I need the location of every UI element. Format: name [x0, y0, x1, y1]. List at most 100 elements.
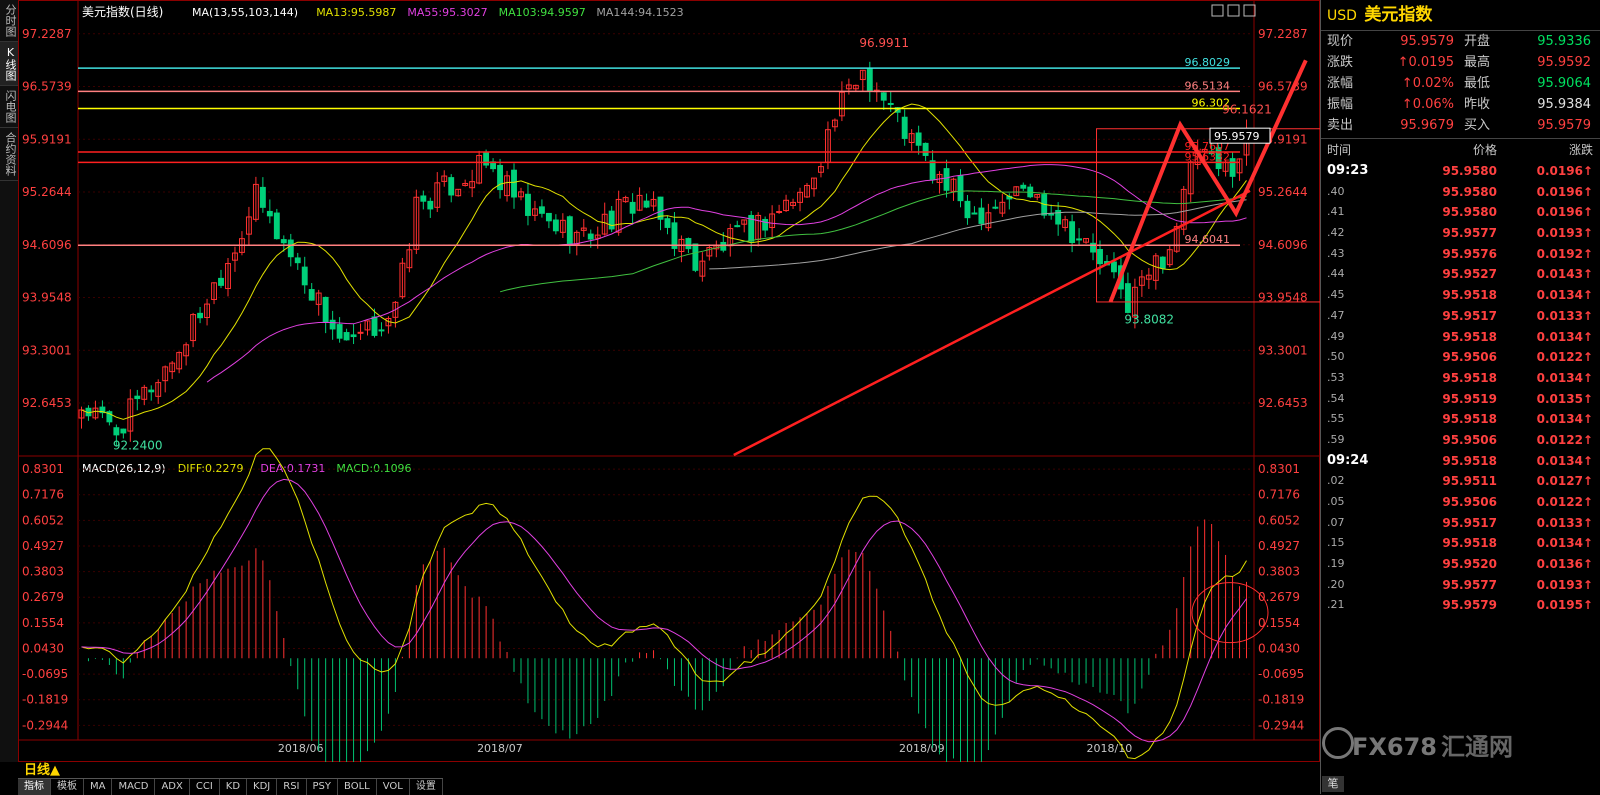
- tick-change: 0.0122↑: [1536, 432, 1593, 447]
- indicator-tab-adx[interactable]: ADX: [155, 779, 190, 795]
- chart-area[interactable]: 97.2287 97.228796.5739 96.573995.9191 95.91…: [18, 0, 1320, 762]
- period-label[interactable]: 日线▲: [18, 763, 60, 778]
- tick-row[interactable]: .15 95.9518 0.0134↑: [1321, 533, 1600, 554]
- tick-row[interactable]: .47 95.9517 0.0133↑: [1321, 306, 1600, 327]
- tick-change: 0.0134↑: [1536, 329, 1593, 344]
- tick-price: 95.9576: [1442, 246, 1497, 261]
- candle-body: [280, 239, 287, 244]
- indicator-tab-psy[interactable]: PSY: [307, 779, 339, 795]
- macd-tick-left: 0.6052: [22, 513, 64, 527]
- indicator-tab-vol[interactable]: VOL: [377, 779, 410, 795]
- macd-tick-right: 0.2679: [1258, 590, 1300, 604]
- left-tab-strip: 分时图 K线图 闪电图 合约资料: [0, 0, 19, 762]
- indicator-tab-kd[interactable]: KD: [220, 779, 248, 795]
- candle-body: [427, 200, 434, 210]
- tick-row[interactable]: .43 95.9576 0.0192↑: [1321, 244, 1600, 265]
- indicator-tab-指标[interactable]: 指标: [18, 779, 51, 795]
- indicator-tab-kdj[interactable]: KDJ: [247, 779, 278, 795]
- tick-change: 0.0196↑: [1536, 164, 1593, 178]
- candle-body: [1111, 261, 1117, 273]
- candle-body: [287, 239, 294, 258]
- tick-table[interactable]: 09:23 95.9580 0.0196↑ .40 95.9580 0.0196↑ .41 9…: [1321, 161, 1600, 616]
- tick-row[interactable]: .40 95.9580 0.0196↑: [1321, 182, 1600, 203]
- macd-tick-right: 0.3803: [1258, 565, 1300, 579]
- tick-time: .05: [1327, 495, 1345, 508]
- quote-title: USD 美元指数: [1321, 0, 1600, 31]
- tick-change: 0.0122↑: [1536, 350, 1593, 365]
- candles: [78, 61, 1250, 447]
- restore-icon: [1227, 4, 1240, 17]
- tick-row[interactable]: .53 95.9518 0.0134↑: [1321, 368, 1600, 389]
- tick-time: .54: [1327, 391, 1345, 405]
- tick-price: 95.9580: [1442, 184, 1497, 199]
- tick-change: 0.0122↑: [1536, 495, 1593, 509]
- tick-row[interactable]: .45 95.9518 0.0134↑: [1321, 285, 1600, 306]
- tick-row[interactable]: 09:24 95.9518 0.0134↑: [1321, 451, 1600, 472]
- tick-price: 95.9579: [1442, 598, 1497, 613]
- tick-change: 0.0134↑: [1536, 453, 1593, 468]
- left-tab-3[interactable]: 合约资料: [0, 128, 18, 181]
- tick-row[interactable]: .49 95.9518 0.0134↑: [1321, 327, 1600, 348]
- macd-tick-right: -0.0695: [1258, 667, 1304, 681]
- candle-body: [322, 296, 329, 323]
- tick-row[interactable]: .20 95.9577 0.0193↑: [1321, 575, 1600, 596]
- indicator-tab-模板[interactable]: 模板: [51, 779, 84, 795]
- candle-body: [483, 152, 490, 166]
- candle-body: [273, 212, 280, 240]
- tick-price: 95.9577: [1442, 226, 1497, 241]
- tick-change: 0.0195↑: [1536, 598, 1593, 613]
- y-tick-label-left: 93.3001: [22, 343, 72, 357]
- tick-time: .45: [1327, 288, 1345, 302]
- indicator-tab-设置[interactable]: 设置: [410, 779, 443, 795]
- quote-row: 现价 95.9579 开盘 95.9336: [1321, 31, 1600, 52]
- candle-body: [120, 428, 127, 434]
- tick-row[interactable]: .55 95.9518 0.0134↑: [1321, 409, 1600, 430]
- macd-tick-right: -0.2944: [1258, 718, 1304, 732]
- indicator-tab-cci[interactable]: CCI: [190, 779, 220, 795]
- tick-time: 09:23: [1327, 163, 1369, 178]
- tick-row[interactable]: .07 95.9517 0.0133↑: [1321, 513, 1600, 534]
- tick-time: .55: [1327, 412, 1345, 426]
- y-tick-label-right: 94.6096: [1258, 238, 1308, 252]
- tick-change: 0.0136↑: [1536, 557, 1593, 572]
- tick-price: 95.9580: [1442, 164, 1497, 178]
- left-tab-0[interactable]: 分时图: [0, 0, 18, 42]
- indicator-tab-boll[interactable]: BOLL: [338, 779, 377, 795]
- ma-legend: MA(13,55,103,144): [192, 6, 298, 19]
- quote-row: 涨幅 ↑0.02% 最低 95.9064: [1321, 73, 1600, 94]
- tick-row[interactable]: .59 95.9506 0.0122↑: [1321, 430, 1600, 451]
- tick-row[interactable]: .54 95.9519 0.0135↑: [1321, 389, 1600, 410]
- tick-row[interactable]: .44 95.9527 0.0143↑: [1321, 264, 1600, 285]
- indicator-tab-rsi[interactable]: RSI: [277, 779, 307, 795]
- quote-panel: USD 美元指数 现价 95.9579 开盘 95.9336 涨跌 ↑0.0195 最高 95…: [1320, 0, 1600, 794]
- tick-change: 0.0127↑: [1536, 474, 1593, 489]
- pen-button[interactable]: 笔: [1322, 776, 1344, 792]
- candle-body: [629, 201, 636, 214]
- tick-row[interactable]: .19 95.9520 0.0136↑: [1321, 554, 1600, 575]
- tick-time: .19: [1327, 557, 1345, 571]
- tick-price: 95.9518: [1442, 453, 1497, 468]
- indicator-tab-ma[interactable]: MA: [84, 779, 113, 795]
- left-tab-2[interactable]: 闪电图: [0, 86, 18, 128]
- candle-body: [957, 175, 964, 202]
- tick-row[interactable]: .42 95.9577 0.0193↑: [1321, 223, 1600, 244]
- tick-row[interactable]: .41 95.9580 0.0196↑: [1321, 202, 1600, 223]
- tick-price: 95.9506: [1442, 350, 1497, 365]
- tick-row[interactable]: .50 95.9506 0.0122↑: [1321, 347, 1600, 368]
- tick-row[interactable]: .05 95.9506 0.0122↑: [1321, 492, 1600, 513]
- tick-row[interactable]: .02 95.9511 0.0127↑: [1321, 471, 1600, 492]
- y-tick-label-left: 97.2287: [22, 27, 72, 41]
- tick-time: .47: [1327, 308, 1345, 322]
- quote-value: 95.9679: [1400, 118, 1454, 133]
- candle-body: [643, 200, 650, 208]
- indicator-tab-macd[interactable]: MACD: [112, 779, 156, 795]
- macd-tick-right: 0.8301: [1258, 462, 1300, 476]
- current-price-label: 95.9579: [1214, 130, 1260, 143]
- quote-label: 开盘: [1464, 34, 1491, 49]
- tick-row[interactable]: 09:23 95.9580 0.0196↑: [1321, 161, 1600, 182]
- tick-row[interactable]: .21 95.9579 0.0195↑: [1321, 595, 1600, 616]
- tick-price: 95.9518: [1442, 412, 1497, 427]
- tick-change: 0.0133↑: [1536, 308, 1593, 323]
- left-tab-1[interactable]: K线图: [0, 42, 18, 86]
- macd-tick-left: 0.4927: [22, 539, 64, 553]
